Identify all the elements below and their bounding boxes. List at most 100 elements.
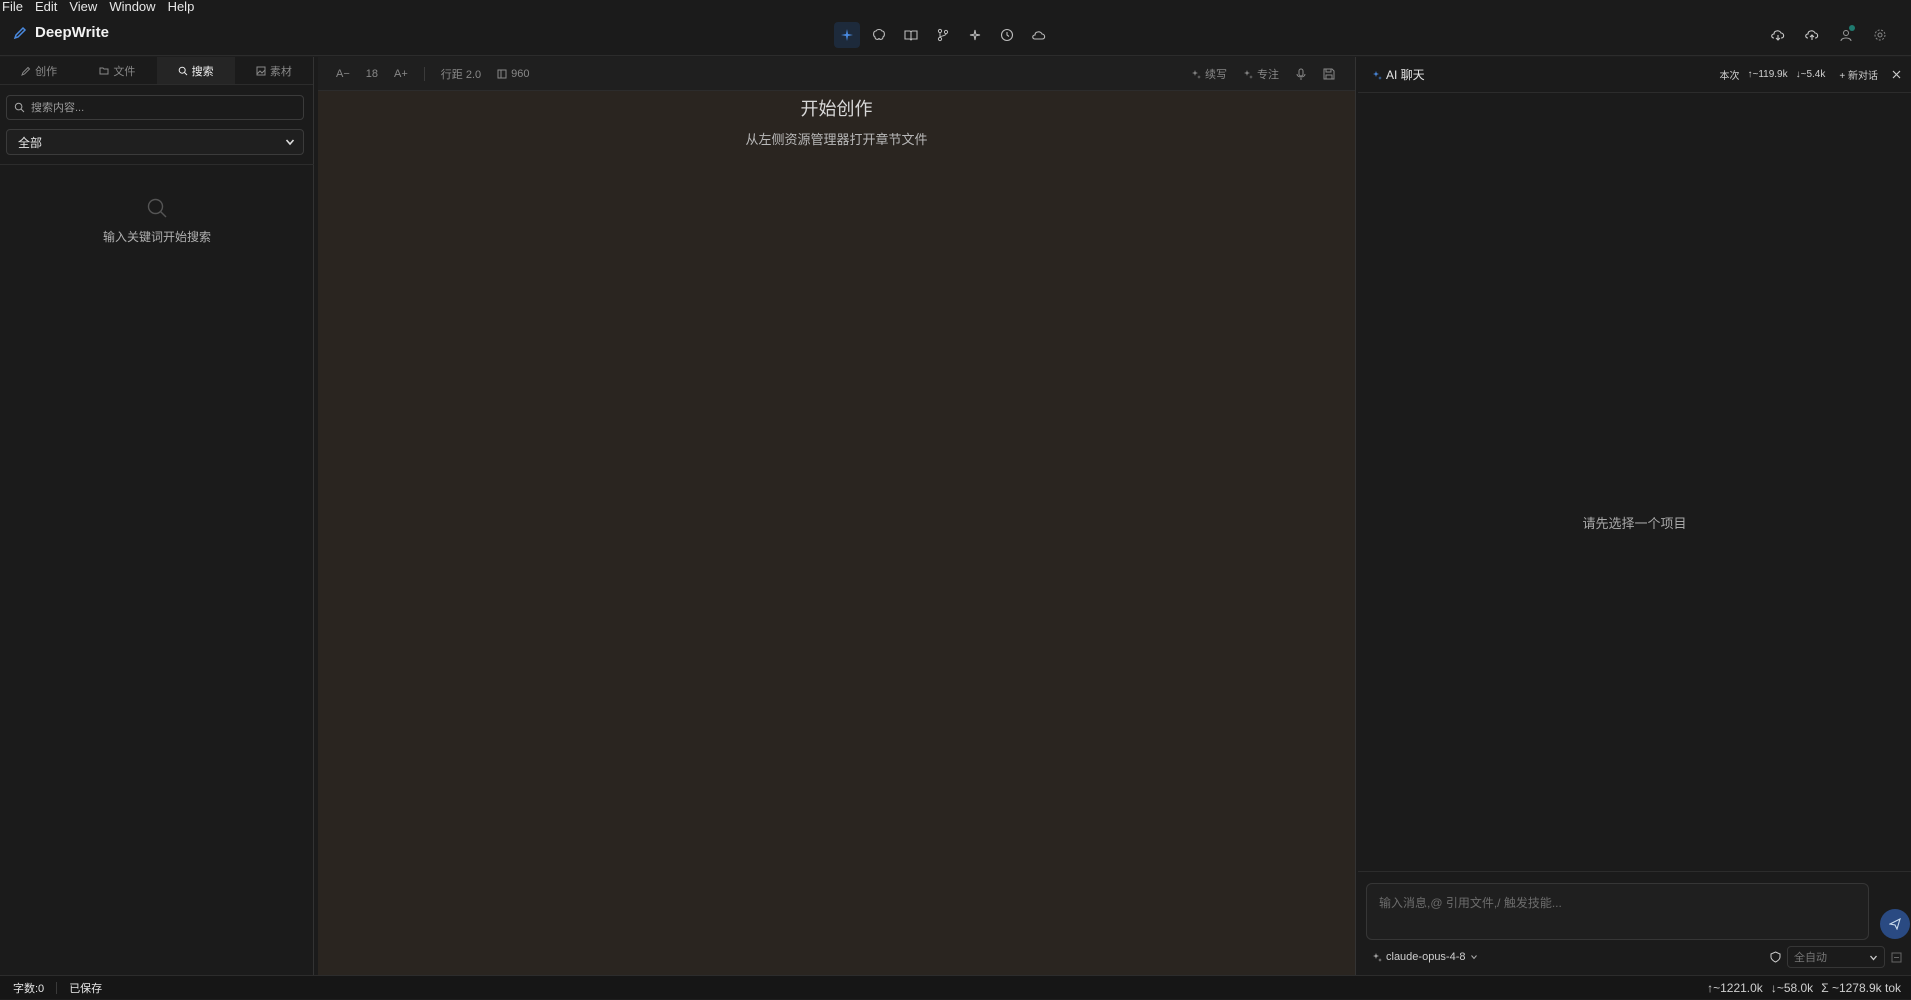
- chat-input-box[interactable]: [1366, 883, 1869, 940]
- main-toolbar: [834, 22, 1052, 48]
- session-tokens-up: ↑~119.9k: [1747, 69, 1788, 80]
- chat-header: AI 聊天 本次 ↑~119.9k ↓~5.4k + 新对话: [1358, 57, 1911, 92]
- shield-icon: [1770, 951, 1781, 963]
- chat-title-text: AI 聊天: [1386, 68, 1425, 82]
- chat-messages: 请先选择一个项目: [1358, 92, 1911, 872]
- sparkles-icon: [1243, 69, 1253, 79]
- app-title: DeepWrite: [35, 24, 109, 41]
- menubar: File Edit View Window Help: [0, 0, 1911, 14]
- font-decrease-button[interactable]: A−: [336, 68, 350, 80]
- editor-empty-title: 开始创作: [800, 99, 873, 119]
- close-icon[interactable]: [1892, 70, 1901, 79]
- magic-icon[interactable]: [962, 22, 988, 48]
- menu-file[interactable]: File: [2, 0, 23, 13]
- tab-label: 素材: [269, 65, 292, 78]
- branch-icon[interactable]: [930, 22, 956, 48]
- width-button[interactable]: 960: [497, 67, 530, 80]
- search-large-icon: [146, 197, 168, 219]
- sparkles-icon: [1372, 952, 1382, 962]
- editor-toolbar: A− 18 A+ 行距 2.0 960 续写 专注: [318, 57, 1355, 91]
- cloud-upload-icon[interactable]: [1799, 22, 1825, 48]
- toolbar-divider: [423, 66, 425, 81]
- search-field[interactable]: [6, 95, 304, 120]
- model-name: claude-opus-4-8: [1386, 951, 1466, 963]
- cloud-download-icon[interactable]: [1765, 22, 1791, 48]
- session-label: 本次: [1719, 71, 1740, 82]
- tab-label: 创作: [35, 65, 58, 78]
- send-button[interactable]: [1880, 909, 1910, 939]
- token-totals: ↑~1221.0k ↓~58.0k Σ ~1278.9k tok: [1707, 976, 1901, 1000]
- search-empty-state: 输入关键词开始搜索: [0, 197, 314, 245]
- total-tokens: Σ ~1278.9k tok: [1821, 981, 1901, 995]
- menu-view[interactable]: View: [69, 0, 97, 13]
- menu-help[interactable]: Help: [168, 0, 195, 13]
- mode-select[interactable]: 全自动: [1787, 946, 1885, 968]
- scope-select-value: 全部: [18, 135, 43, 150]
- search-icon: [14, 102, 25, 113]
- chat-title: AI 聊天: [1372, 66, 1425, 83]
- divider: [0, 164, 314, 165]
- save-status: 已保存: [69, 982, 103, 995]
- cloud-icon[interactable]: [1026, 22, 1052, 48]
- save-icon[interactable]: [1323, 68, 1335, 80]
- search-input[interactable]: [31, 101, 291, 114]
- status-divider: [56, 981, 58, 994]
- chevron-down-icon: [1470, 953, 1478, 961]
- line-height-button[interactable]: 行距 2.0: [441, 66, 481, 82]
- menu-window[interactable]: Window: [109, 0, 155, 13]
- chat-empty-text: 请先选择一个项目: [1582, 516, 1687, 531]
- mode-select-value: 全自动: [1794, 952, 1827, 964]
- continue-writing-button[interactable]: 续写: [1191, 66, 1227, 82]
- pen-logo-icon: [13, 26, 27, 40]
- statusbar: 字数:0 已保存 ↑~1221.0k ↓~58.0k Σ ~1278.9k to…: [0, 975, 1911, 999]
- chat-input[interactable]: [1379, 894, 1856, 930]
- chat-footer-actions: 全自动: [1770, 945, 1902, 969]
- user-icon[interactable]: [1833, 22, 1859, 48]
- ai-chat-panel: AI 聊天 本次 ↑~119.9k ↓~5.4k + 新对话 请先选择一个项目 …: [1358, 57, 1911, 975]
- search-icon: [178, 66, 188, 76]
- pen-icon: [21, 66, 31, 76]
- brain-icon[interactable]: [866, 22, 892, 48]
- font-size-value: 18: [365, 67, 379, 80]
- brand: DeepWrite: [13, 24, 109, 41]
- tab-search[interactable]: 搜索: [156, 57, 235, 84]
- header-actions: [1765, 22, 1893, 48]
- tab-files[interactable]: 文件: [78, 57, 156, 84]
- microphone-icon[interactable]: [1295, 68, 1307, 80]
- tab-label: 文件: [113, 65, 136, 78]
- font-increase-button[interactable]: A+: [394, 68, 408, 80]
- total-tokens-down: ↓~58.0k: [1770, 981, 1814, 995]
- search-empty-text: 输入关键词开始搜索: [102, 230, 211, 244]
- attachment-icon[interactable]: [1891, 952, 1902, 963]
- sparkles-icon[interactable]: [834, 22, 860, 48]
- columns-icon: [497, 69, 507, 79]
- focus-mode-button[interactable]: 专注: [1243, 66, 1279, 82]
- image-icon: [256, 66, 266, 76]
- total-tokens-up: ↑~1221.0k: [1707, 981, 1763, 995]
- sidebar-tabs: 创作 文件 搜索 素材: [0, 57, 313, 85]
- gear-icon[interactable]: [1867, 22, 1893, 48]
- folder-icon: [99, 66, 109, 76]
- tab-assets[interactable]: 素材: [235, 57, 313, 84]
- menu-edit[interactable]: Edit: [35, 0, 57, 13]
- tab-create[interactable]: 创作: [0, 57, 78, 84]
- new-chat-button[interactable]: + 新对话: [1839, 67, 1878, 82]
- focus-mode-label: 专注: [1257, 69, 1279, 81]
- chat-token-usage: 本次 ↑~119.9k ↓~5.4k + 新对话: [1720, 57, 1902, 92]
- app-header: DeepWrite: [0, 14, 1911, 56]
- word-count: 字数:0: [13, 982, 45, 995]
- tab-label: 搜索: [191, 65, 214, 78]
- width-value: 960: [511, 67, 530, 80]
- send-icon: [1889, 918, 1901, 930]
- book-icon[interactable]: [898, 22, 924, 48]
- editor-empty-subtitle: 从左侧资源管理器打开章节文件: [745, 132, 928, 147]
- chevron-down-icon: [285, 137, 295, 147]
- editor: A− 18 A+ 行距 2.0 960 续写 专注 开始创作 从左侧资源管理器打…: [318, 57, 1355, 975]
- editor-actions: 续写 专注: [1191, 57, 1335, 91]
- chevron-down-icon: [1869, 953, 1878, 962]
- scope-select[interactable]: 全部: [6, 129, 304, 155]
- status-dot: [1849, 25, 1855, 31]
- sparkles-icon: [1191, 69, 1201, 79]
- history-icon[interactable]: [994, 22, 1020, 48]
- model-selector[interactable]: claude-opus-4-8: [1372, 951, 1478, 963]
